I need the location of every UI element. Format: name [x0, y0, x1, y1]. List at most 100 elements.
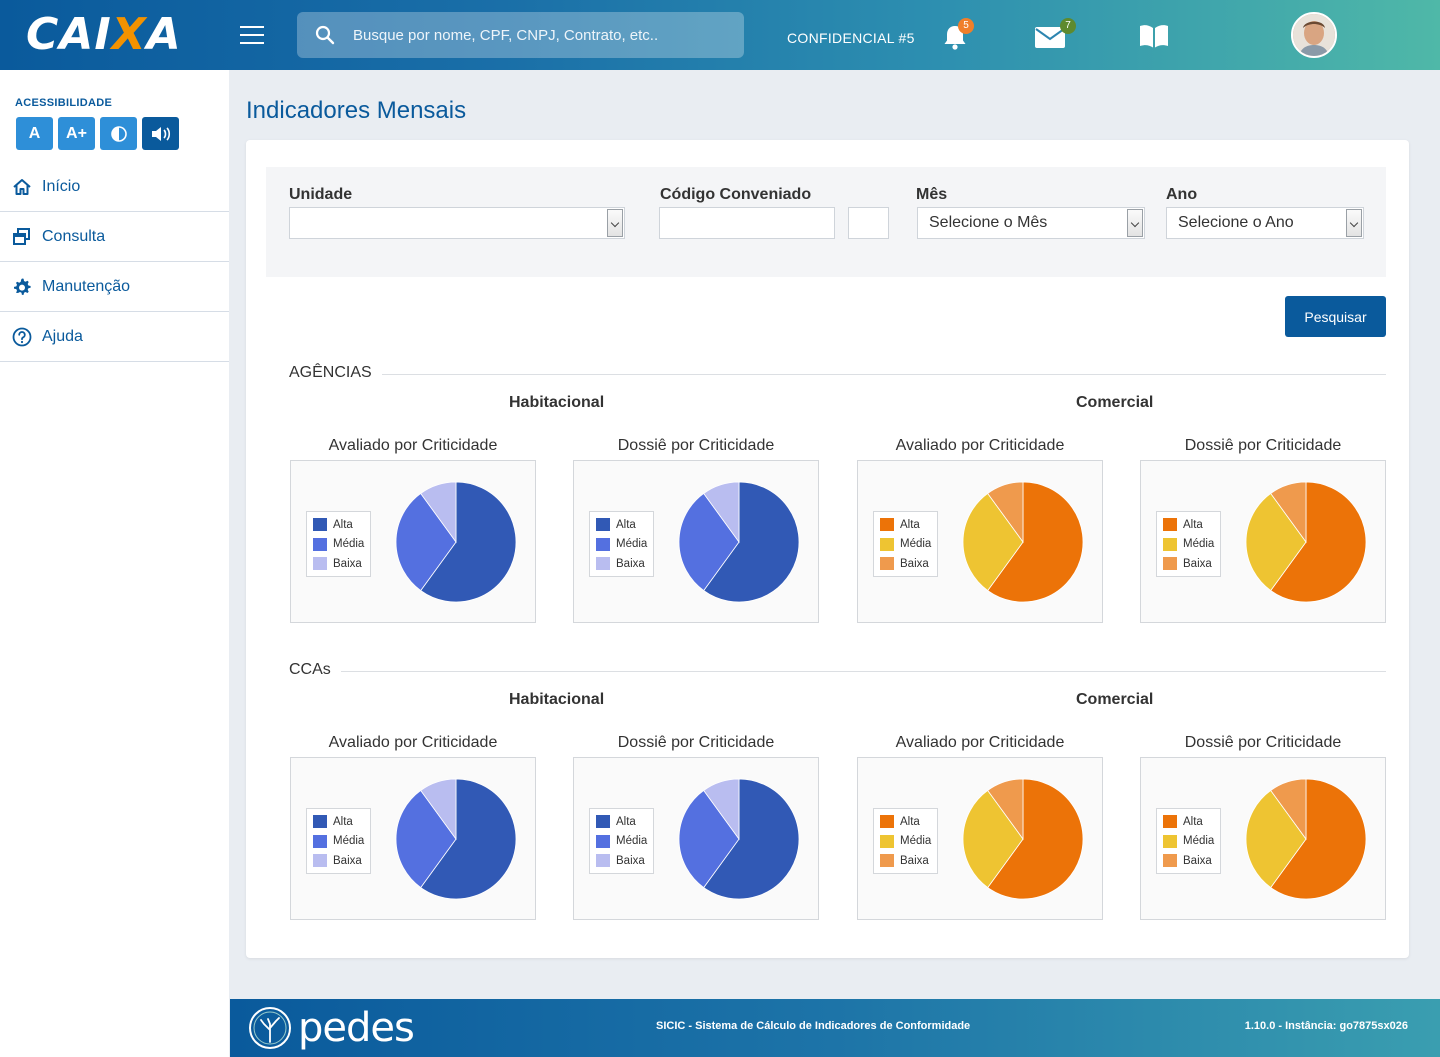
legend-label: Baixa: [333, 854, 362, 867]
legend-entry[interactable]: Baixa: [1163, 851, 1220, 871]
legend-entry[interactable]: Média: [596, 535, 653, 555]
legend-entry[interactable]: Alta: [596, 812, 653, 832]
legend-entry[interactable]: Média: [596, 832, 653, 852]
legend-swatch: [1163, 518, 1177, 532]
legend-entry[interactable]: Média: [1163, 832, 1220, 852]
caixa-logo[interactable]: CAIXA: [26, 12, 182, 58]
pesquisar-button[interactable]: Pesquisar: [1285, 296, 1386, 337]
legend-label: Alta: [1183, 815, 1203, 828]
group-title: Comercial: [1076, 691, 1154, 708]
legend-entry[interactable]: Média: [313, 535, 370, 555]
font-normal-button[interactable]: A: [16, 117, 53, 150]
legend-label: Baixa: [616, 854, 645, 867]
book-icon[interactable]: [1138, 22, 1170, 50]
codigo-dv-input[interactable]: [848, 207, 889, 239]
legend-entry[interactable]: Média: [880, 535, 937, 555]
pie: [962, 481, 1084, 603]
legend-entry[interactable]: Média: [880, 832, 937, 852]
legend-label: Baixa: [616, 557, 645, 570]
contrast-button[interactable]: [100, 117, 137, 150]
legend-label: Baixa: [1183, 854, 1212, 867]
chart-legend: Alta Média Baixa: [306, 511, 371, 577]
legend-entry[interactable]: Alta: [880, 812, 937, 832]
user-avatar[interactable]: [1291, 12, 1337, 58]
pie-chart: Alta Média Baixa: [290, 460, 536, 623]
legend-label: Média: [616, 538, 648, 551]
mes-label: Mês: [916, 186, 948, 203]
search-icon[interactable]: [315, 25, 335, 45]
top-bar: CAIXA CONFIDENCIAL #5 5 7: [0, 0, 1440, 70]
chevron-down-icon: [1346, 209, 1362, 237]
legend-entry[interactable]: Alta: [596, 515, 653, 535]
codigo-conveniado-input[interactable]: [659, 207, 835, 239]
legend-swatch: [596, 854, 610, 868]
legend-swatch: [596, 518, 610, 532]
filter-panel: Unidade Código Conveniado Mês Selecione …: [266, 167, 1386, 277]
group-title: Comercial: [1076, 394, 1154, 411]
accessibility-buttons: A A+: [16, 117, 179, 150]
legend-entry[interactable]: Alta: [1163, 812, 1220, 832]
sidebar: ACESSIBILIDADE A A+ Início Consulta Manu…: [0, 70, 229, 1057]
legend-entry[interactable]: Baixa: [880, 554, 937, 574]
pie-chart: Alta Média Baixa: [573, 757, 819, 920]
ano-label: Ano: [1166, 186, 1198, 203]
legend-label: Média: [616, 835, 648, 848]
group-title: Habitacional: [509, 691, 605, 708]
legend-entry[interactable]: Baixa: [313, 851, 370, 871]
legend-swatch: [1163, 537, 1177, 551]
mes-select[interactable]: Selecione o Mês: [917, 207, 1145, 239]
pie-chart: Alta Média Baixa: [1140, 757, 1386, 920]
legend-entry[interactable]: Média: [313, 832, 370, 852]
legend-entry[interactable]: Baixa: [596, 851, 653, 871]
notifications-badge: 5: [958, 18, 974, 34]
nav-item-ajuda[interactable]: Ajuda: [0, 312, 229, 362]
confidential-label: CONFIDENCIAL #5: [787, 30, 915, 46]
legend-entry[interactable]: Média: [1163, 535, 1220, 555]
menu-icon[interactable]: [240, 26, 264, 44]
chart-title: Avaliado por Criticidade: [328, 734, 498, 751]
unidade-select[interactable]: [289, 207, 625, 239]
legend-swatch: [880, 557, 894, 571]
legend-swatch: [880, 834, 894, 848]
pie: [678, 778, 800, 900]
legend-label: Baixa: [900, 854, 929, 867]
legend-swatch: [880, 518, 894, 532]
legend-swatch: [313, 834, 327, 848]
pedes-logo: pedes: [248, 1005, 415, 1051]
legend-label: Média: [1183, 835, 1215, 848]
footer: pedes SICIC - Sistema de Cálculo de Indi…: [230, 999, 1440, 1057]
legend-swatch: [596, 834, 610, 848]
system-name: SICIC - Sistema de Cálculo de Indicadore…: [656, 1020, 971, 1032]
legend-label: Média: [333, 835, 365, 848]
ano-select[interactable]: Selecione o Ano: [1166, 207, 1364, 239]
main-nav: Início Consulta Manutenção Ajuda: [0, 162, 229, 362]
nav-item-manutencao[interactable]: Manutenção: [0, 262, 229, 312]
legend-entry[interactable]: Baixa: [880, 851, 937, 871]
chart-legend: Alta Média Baixa: [1156, 808, 1221, 874]
pie: [1245, 778, 1367, 900]
chart-title: Dossiê por Criticidade: [1184, 734, 1342, 751]
font-increase-button[interactable]: A+: [58, 117, 95, 150]
chart-title: Avaliado por Criticidade: [895, 437, 1065, 454]
bell-icon[interactable]: 5: [940, 18, 974, 52]
search-input[interactable]: [353, 12, 733, 58]
pie: [678, 481, 800, 603]
help-icon: [12, 327, 32, 346]
legend-entry[interactable]: Baixa: [596, 554, 653, 574]
nav-item-inicio[interactable]: Início: [0, 162, 229, 212]
legend-entry[interactable]: Alta: [313, 812, 370, 832]
indicators-card: Unidade Código Conveniado Mês Selecione …: [246, 140, 1409, 958]
legend-swatch: [313, 815, 327, 829]
nav-item-consulta[interactable]: Consulta: [0, 212, 229, 262]
legend-entry[interactable]: Baixa: [1163, 554, 1220, 574]
speaker-icon: [151, 126, 170, 141]
legend-entry[interactable]: Alta: [313, 515, 370, 535]
accessibility-title: ACESSIBILIDADE: [15, 97, 113, 109]
chart-legend: Alta Média Baixa: [306, 808, 371, 874]
mail-icon[interactable]: 7: [1034, 18, 1076, 50]
legend-label: Alta: [616, 815, 636, 828]
legend-entry[interactable]: Baixa: [313, 554, 370, 574]
legend-entry[interactable]: Alta: [1163, 515, 1220, 535]
audio-button[interactable]: [142, 117, 179, 150]
legend-entry[interactable]: Alta: [880, 515, 937, 535]
